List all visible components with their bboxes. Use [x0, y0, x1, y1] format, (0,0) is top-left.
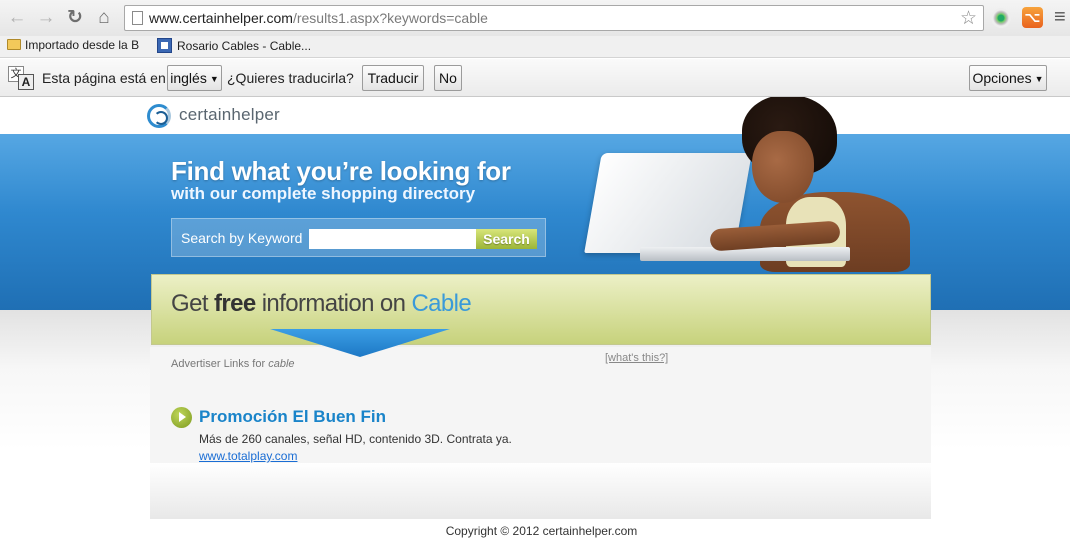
whats-this-link[interactable]: [what's this?]	[605, 352, 668, 364]
copyright-text: Copyright © 2012 certainhelper.com	[445, 524, 638, 538]
results-panel-footer	[150, 463, 931, 519]
language-select[interactable]: inglés ▼	[167, 65, 222, 91]
url-text: www.certainhelper.com/results1.aspx?keyw…	[149, 10, 488, 26]
advertiser-prefix: Advertiser Links for	[171, 358, 266, 370]
logo-icon[interactable]	[147, 104, 171, 128]
bookmark-folder[interactable]: Importado desde la B	[7, 38, 139, 52]
site-header: certainhelper	[0, 97, 1070, 134]
options-button[interactable]: Opciones ▼	[969, 65, 1047, 91]
search-label: Search by Keyword	[181, 230, 303, 246]
page-icon	[132, 11, 143, 25]
bookmarks-bar: Importado desde la B Rosario Cables - Ca…	[0, 36, 1070, 58]
address-bar[interactable]: www.certainhelper.com/results1.aspx?keyw…	[124, 5, 984, 31]
advertiser-keyword: cable	[268, 358, 295, 370]
site-favicon-icon	[157, 38, 172, 53]
bookmark-rosario-cables[interactable]: Rosario Cables - Cable...	[157, 38, 311, 53]
topic-banner: Get free information on Cable	[151, 274, 931, 345]
translate-question: ¿Quieres traducirla?	[227, 70, 354, 86]
options-label: Opciones	[972, 70, 1032, 86]
search-button[interactable]: Search	[476, 229, 537, 249]
star-icon[interactable]: ☆	[960, 7, 977, 30]
translate-bar: 文A Esta página está en inglés ▼ ¿Quieres …	[0, 59, 1070, 97]
home-icon[interactable]: ⌂	[92, 6, 116, 30]
person-face-image	[752, 131, 814, 203]
banner-get: Get	[171, 290, 208, 317]
reload-icon[interactable]: ↻	[63, 6, 87, 30]
browser-toolbar: ← → ↻ ⌂ www.certainhelper.com/results1.a…	[0, 0, 1070, 36]
url-path: /results1.aspx?keywords=cable	[292, 10, 488, 26]
folder-icon	[7, 39, 21, 50]
bookmark-folder-label: Importado desde la B	[25, 38, 140, 52]
forward-icon[interactable]: →	[34, 6, 58, 30]
menu-icon[interactable]: ≡	[1054, 7, 1068, 27]
page-content: certainhelper Find what you’re looking f…	[0, 97, 1070, 556]
search-input[interactable]	[309, 229, 476, 249]
chevron-down-icon: ▼	[1034, 74, 1044, 84]
translate-button[interactable]: Traducir	[362, 65, 424, 91]
language-value: inglés	[170, 70, 207, 86]
back-icon[interactable]: ←	[5, 6, 29, 30]
ad-description: Más de 260 canales, señal HD, contenido …	[199, 432, 512, 446]
translate-icon: 文A	[8, 66, 34, 90]
search-form: Search by Keyword Search	[171, 218, 546, 257]
hero-subtitle: with our complete shopping directory	[171, 184, 476, 203]
bookmark-label: Rosario Cables - Cable...	[177, 39, 312, 53]
hero-title: Find what you’re looking for	[171, 156, 511, 186]
logo-text[interactable]: certainhelper	[179, 105, 280, 125]
rss-icon[interactable]: ⌥	[1022, 7, 1043, 28]
banner-keyword: Cable	[411, 290, 472, 317]
chevron-down-icon: ▼	[209, 74, 219, 84]
url-host: www.certainhelper.com	[149, 10, 293, 26]
translate-prefix: Esta página está en	[42, 70, 166, 86]
ad-title-link[interactable]: Promoción El Buen Fin	[199, 407, 386, 427]
eye-icon[interactable]	[991, 8, 1011, 28]
ad-arrow-icon[interactable]	[171, 407, 192, 428]
advertiser-label: Advertiser Links for cable	[171, 358, 295, 370]
banner-info: information on	[261, 290, 406, 317]
banner-heading: Get free information on Cable	[171, 290, 472, 318]
ad-url-link[interactable]: www.totalplay.com	[199, 449, 297, 463]
banner-free: free	[213, 290, 256, 317]
no-translate-button[interactable]: No	[434, 65, 462, 91]
